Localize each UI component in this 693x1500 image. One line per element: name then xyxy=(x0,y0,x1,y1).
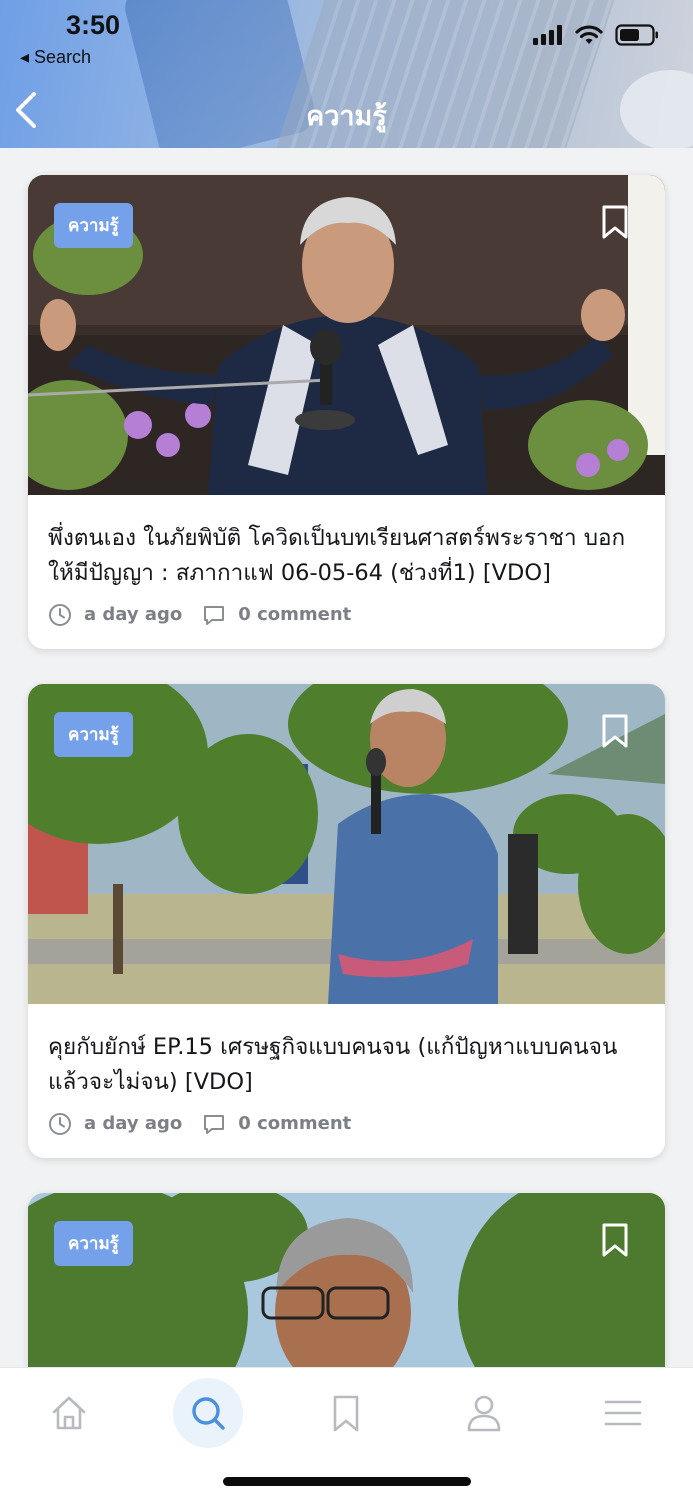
article-thumbnail[interactable]: ความรู้ xyxy=(28,175,665,495)
comment-icon xyxy=(204,1114,225,1134)
page-title: ความรู้ xyxy=(306,101,387,132)
article-card[interactable]: ความรู้ พึ่งตนเอง ในภัยพิบัติ โควิดเป็นบ… xyxy=(28,175,665,649)
tab-search[interactable] xyxy=(173,1378,243,1448)
comment-count-text: 0 comment xyxy=(238,1113,352,1135)
article-title[interactable]: คุยกับยักษ์ EP.15 เศรษฐกิจแบบคนจน (แก้ปั… xyxy=(28,1004,665,1100)
tab-bookmarks[interactable] xyxy=(311,1378,381,1448)
comment-count[interactable]: 0 comment xyxy=(202,603,351,627)
status-icons xyxy=(533,24,659,46)
profile-icon xyxy=(467,1395,501,1432)
category-tag[interactable]: ความรู้ xyxy=(54,712,133,757)
bookmark-icon[interactable] xyxy=(601,1222,629,1258)
wifi-icon xyxy=(575,25,603,44)
screen: 3:50 ◂ Search ความรู้ ความรู้ พึ่งตนเอง … xyxy=(0,0,693,1500)
bookmark-icon[interactable] xyxy=(601,713,629,749)
bookmark-icon[interactable] xyxy=(601,204,629,240)
bookmark-icon xyxy=(333,1395,359,1432)
battery-icon xyxy=(615,24,658,46)
comment-count[interactable]: 0 comment xyxy=(202,1112,351,1136)
header: 3:50 ◂ Search ความรู้ xyxy=(0,0,693,148)
tab-profile[interactable] xyxy=(449,1378,519,1448)
clock-icon xyxy=(49,603,71,626)
home-icon xyxy=(52,1396,86,1430)
timestamp-text: a day ago xyxy=(84,1113,183,1135)
comment-count-text: 0 comment xyxy=(238,604,352,626)
comment-icon xyxy=(204,605,225,625)
article-meta: a day ago 0 comment xyxy=(28,1100,665,1158)
status-time: 3:50 xyxy=(66,10,121,40)
article-title[interactable]: พึ่งตนเอง ในภัยพิบัติ โควิดเป็นบทเรียนศา… xyxy=(28,495,665,591)
signal-icon xyxy=(533,25,562,45)
article-card[interactable]: ความรู้ คุยกับยักษ์ EP.15 เศรษฐกิจแบบคนจ… xyxy=(28,684,665,1158)
category-tag[interactable]: ความรู้ xyxy=(54,203,133,248)
timestamp: a day ago xyxy=(48,603,182,627)
article-thumbnail[interactable]: ความรู้ xyxy=(28,684,665,1004)
timestamp: a day ago xyxy=(48,1112,182,1136)
article-meta: a day ago 0 comment xyxy=(28,591,665,649)
category-tag[interactable]: ความรู้ xyxy=(54,1221,133,1266)
timestamp-text: a day ago xyxy=(84,604,183,626)
search-icon xyxy=(192,1397,225,1430)
menu-icon xyxy=(604,1400,642,1426)
clock-icon xyxy=(49,1112,71,1135)
home-indicator[interactable] xyxy=(223,1477,471,1486)
tab-menu[interactable] xyxy=(588,1378,658,1448)
back-to-search-link[interactable]: ◂ Search xyxy=(20,47,91,68)
tab-home[interactable] xyxy=(34,1378,104,1448)
